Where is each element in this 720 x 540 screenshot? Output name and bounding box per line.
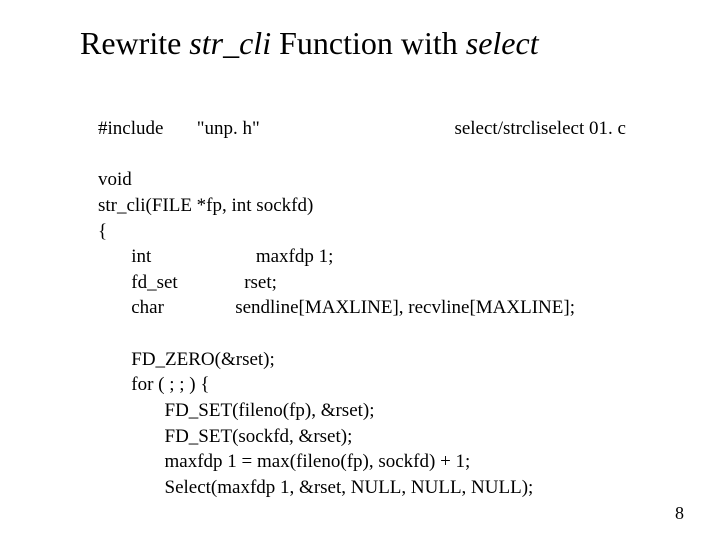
code-line: FD_ZERO(&rset); bbox=[131, 349, 275, 370]
include-header: "unp. h" bbox=[197, 118, 260, 139]
code-var: maxfdp 1; bbox=[256, 246, 334, 267]
code-line: for ( ; ; ) { bbox=[131, 374, 209, 395]
title-prefix: Rewrite bbox=[80, 25, 189, 61]
code-type: int bbox=[131, 246, 151, 267]
code-line: maxfdp 1 = max(fileno(fp), sockfd) + 1; bbox=[165, 451, 471, 472]
include-keyword: #include bbox=[98, 118, 163, 139]
code-type: char bbox=[131, 297, 164, 318]
source-file-label: select/strcliselect 01. c bbox=[454, 118, 625, 139]
title-ident: str_cli bbox=[189, 25, 271, 61]
code-line: FD_SET(sockfd, &rset); bbox=[165, 426, 353, 447]
code-line: void bbox=[98, 169, 132, 190]
code-line: Select(maxfdp 1, &rset, NULL, NULL, NULL… bbox=[165, 477, 534, 498]
page-number: 8 bbox=[675, 503, 684, 524]
code-type: fd_set bbox=[131, 272, 177, 293]
title-mid: Function with bbox=[271, 25, 466, 61]
code-var: rset; bbox=[244, 272, 277, 293]
code-line: FD_SET(fileno(fp), &rset); bbox=[165, 400, 375, 421]
code-var: sendline[MAXLINE], recvline[MAXLINE]; bbox=[235, 297, 575, 318]
code-line: str_cli(FILE *fp, int sockfd) bbox=[98, 195, 313, 216]
title-tail: select bbox=[466, 25, 539, 61]
code-block: #include "unp. h" select/strcliselect 01… bbox=[98, 116, 660, 501]
slide-title: Rewrite str_cli Function with select bbox=[80, 24, 680, 62]
code-line: { bbox=[98, 221, 107, 242]
slide: Rewrite str_cli Function with select #in… bbox=[0, 0, 720, 540]
